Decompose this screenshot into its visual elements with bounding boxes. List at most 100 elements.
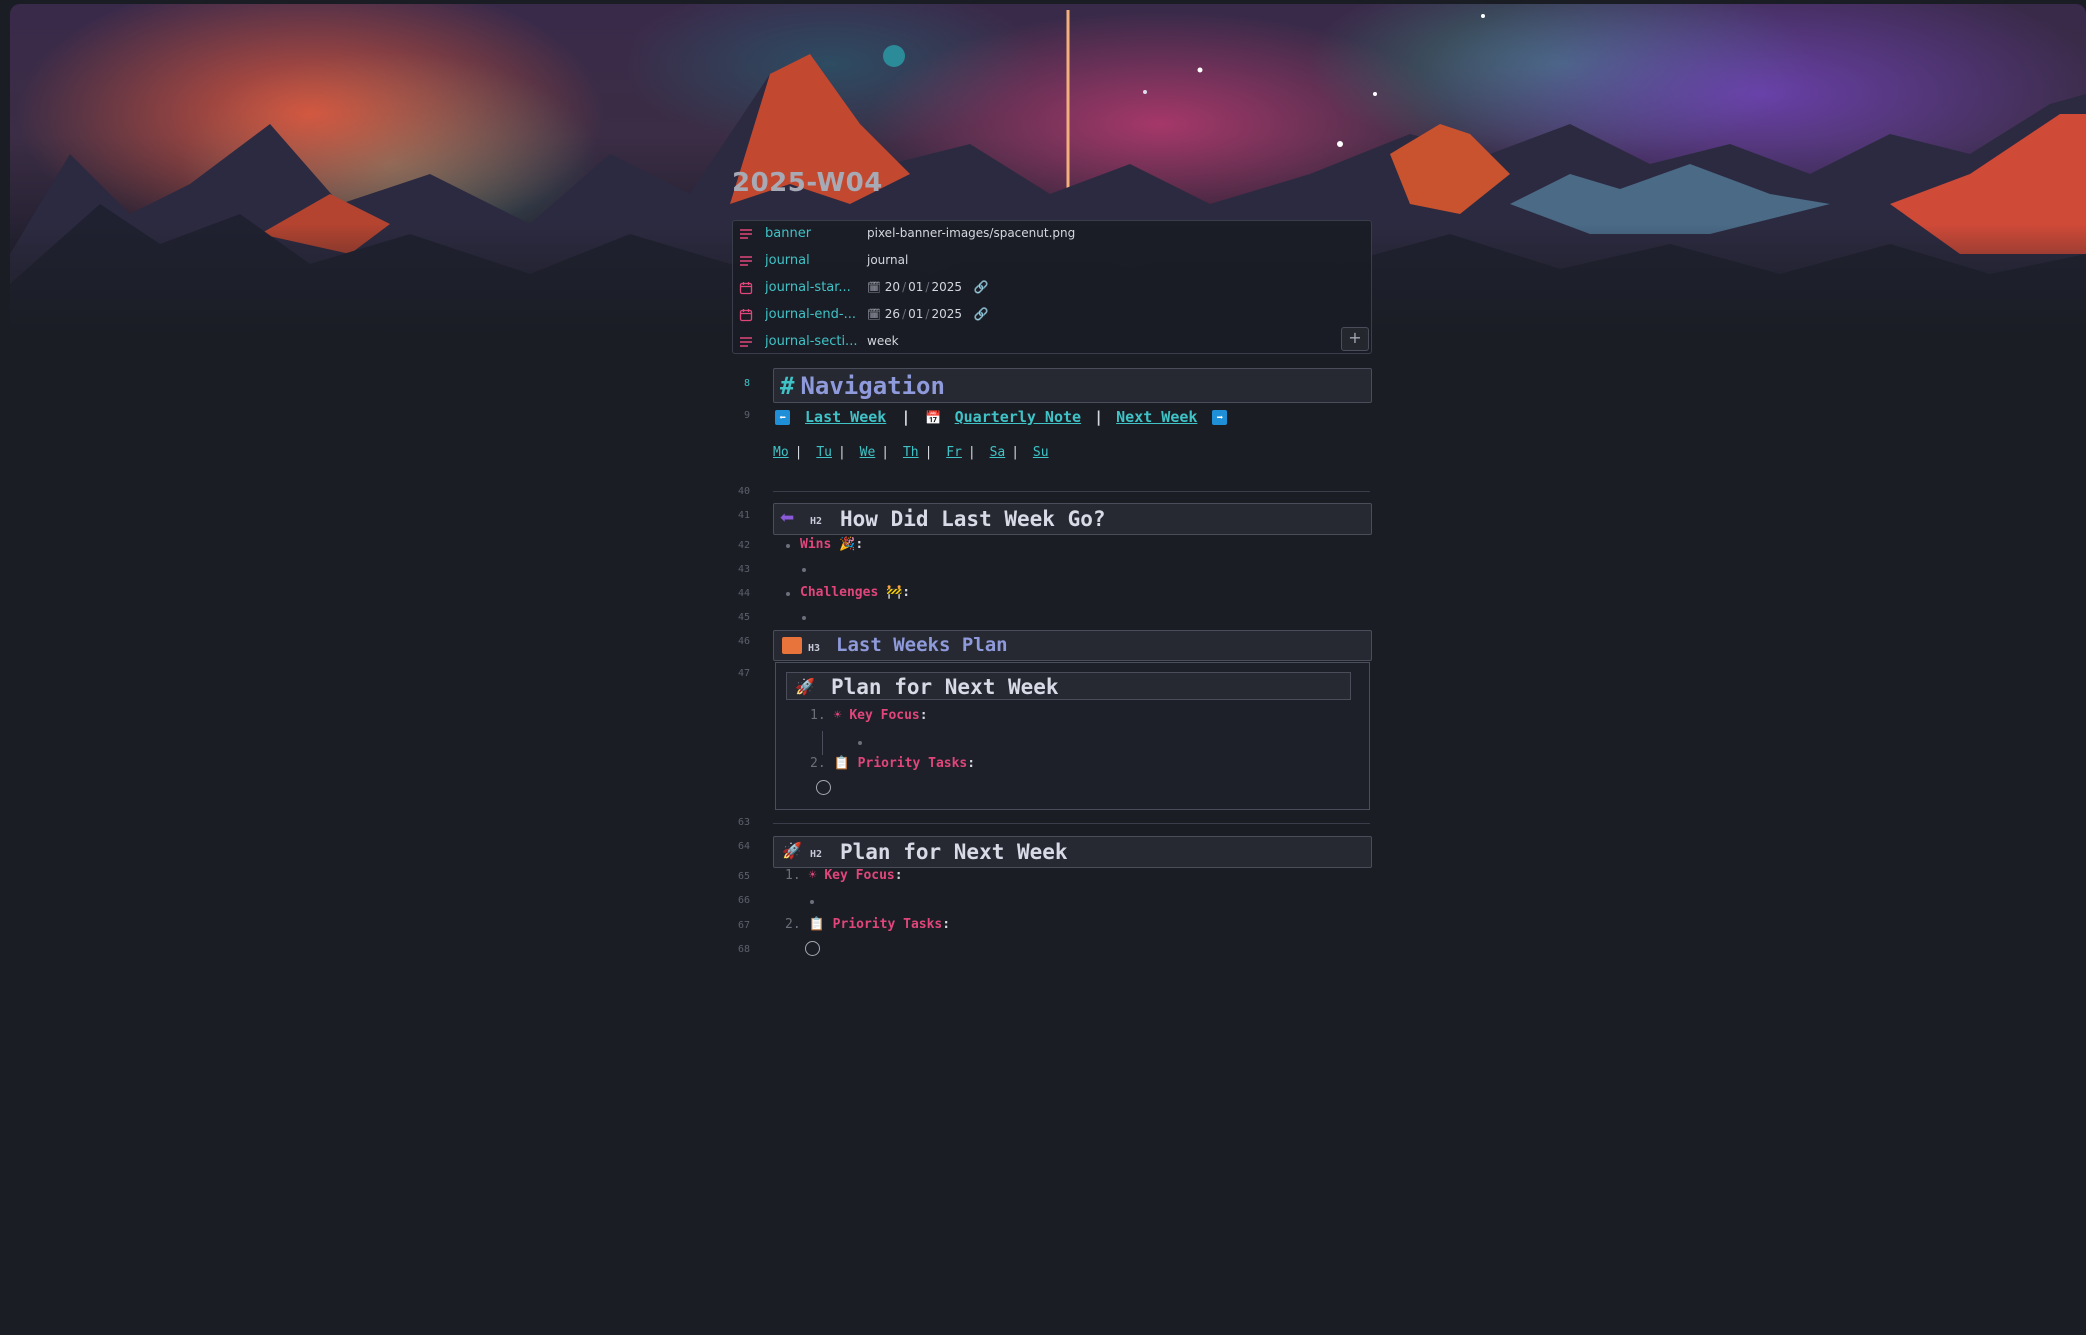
line-number: 44 xyxy=(737,588,750,599)
property-value[interactable]: week xyxy=(867,334,899,348)
heading-text: Last Weeks Plan xyxy=(836,634,1008,656)
property-row-journal[interactable]: journal journal xyxy=(733,248,1371,274)
line-number: 64 xyxy=(737,841,750,852)
date-value[interactable]: 🗓 20/01/2025 🔗 xyxy=(867,280,989,294)
heading-navigation[interactable]: # Navigation xyxy=(773,368,1372,403)
calendar-icon xyxy=(739,282,753,295)
heading-text: Plan for Next Week xyxy=(840,840,1068,864)
text-lines-icon xyxy=(740,337,752,347)
heading-review[interactable]: ⬅ H2 How Did Last Week Go? xyxy=(773,503,1372,535)
property-key[interactable]: journal-star... xyxy=(765,280,860,295)
property-key[interactable]: journal-secti... xyxy=(765,334,860,349)
day-link-sa[interactable]: Sa xyxy=(990,445,1006,460)
add-property-button[interactable]: + xyxy=(1341,327,1369,351)
heading-last-weeks-plan[interactable]: H3 Last Weeks Plan xyxy=(773,630,1372,661)
day-link-su[interactable]: Su xyxy=(1033,445,1049,460)
calendar-icon xyxy=(739,309,753,322)
line-number: 8 xyxy=(743,378,750,389)
line-number: 40 xyxy=(737,486,750,497)
line-number: 65 xyxy=(737,871,750,882)
list-item-priority-tasks[interactable]: 2. 📋 Priority Tasks: xyxy=(810,756,975,771)
list-item-wins[interactable]: Wins 🎉: xyxy=(800,537,863,552)
construction-icon: 🚧 xyxy=(886,585,903,600)
date-picker-icon[interactable]: 🗓 xyxy=(867,281,881,294)
task-checkbox[interactable] xyxy=(816,780,831,795)
heading-level-tag: H3 xyxy=(808,643,821,654)
horizontal-rule xyxy=(773,823,1370,824)
list-item-challenges[interactable]: Challenges 🚧: xyxy=(800,585,910,600)
day-link-mo[interactable]: Mo xyxy=(773,445,789,460)
day-link-th[interactable]: Th xyxy=(903,445,919,460)
line-number: 45 xyxy=(737,612,750,623)
line-number: 47 xyxy=(737,668,750,679)
week-navigation: ⬅ Last Week | 📅 Quarterly Note | Next We… xyxy=(775,408,1228,426)
horizontal-rule xyxy=(773,491,1370,492)
line-number: 68 xyxy=(737,944,750,955)
heading-plan-next-week[interactable]: 🚀 H2 Plan for Next Week xyxy=(773,836,1372,868)
list-item-priority-tasks[interactable]: 2. 📋 Priority Tasks: xyxy=(785,917,950,932)
heading-hash-marker: # xyxy=(780,372,795,400)
property-row-journal-end[interactable]: journal-end-... 🗓 26/01/2025 🔗 xyxy=(733,302,1371,328)
rocket-icon: 🚀 xyxy=(782,841,802,860)
sun-icon: ☀ xyxy=(808,868,817,883)
next-week-link[interactable]: Next Week xyxy=(1116,408,1197,426)
bullet-icon xyxy=(786,544,790,548)
property-value[interactable]: pixel-banner-images/spacenut.png xyxy=(867,226,1075,240)
link-icon[interactable]: 🔗 xyxy=(974,280,989,294)
line-number: 67 xyxy=(737,920,750,931)
heading-level-tag: H2 xyxy=(810,849,823,860)
property-row-journal-section[interactable]: journal-secti... week xyxy=(733,329,1371,355)
separator: | xyxy=(1094,408,1104,426)
bullet-icon xyxy=(802,568,806,572)
heading-level-tag: H2 xyxy=(810,516,823,527)
text-lines-icon xyxy=(740,229,752,239)
text-lines-icon xyxy=(740,256,752,266)
separator: | xyxy=(901,408,911,426)
party-popper-icon: 🎉 xyxy=(839,537,856,552)
clipboard-icon: 📋 xyxy=(833,756,850,771)
arrow-left-icon: ⬅ xyxy=(775,410,790,425)
day-link-we[interactable]: We xyxy=(860,445,876,460)
note-title[interactable]: 2025-W04 xyxy=(732,168,883,198)
properties-panel: banner pixel-banner-images/spacenut.png … xyxy=(732,220,1372,354)
list-item-key-focus[interactable]: 1. ☀ Key Focus: xyxy=(785,868,903,883)
line-number: 42 xyxy=(737,540,750,551)
calendar-icon: 📅 xyxy=(925,411,942,426)
property-value[interactable]: journal xyxy=(867,253,908,267)
rocket-icon: 🚀 xyxy=(795,677,815,696)
embedded-heading: 🚀 Plan for Next Week xyxy=(786,672,1351,700)
embedded-note[interactable]: 🚀 Plan for Next Week 1. ☀ Key Focus: 2. 📋 … xyxy=(775,662,1370,810)
day-link-fr[interactable]: Fr xyxy=(946,445,962,460)
day-links: Mo | Tu | We | Th | Fr | Sa | Su xyxy=(773,445,1049,460)
line-number: 9 xyxy=(743,410,750,421)
list-item-key-focus[interactable]: 1. ☀ Key Focus: xyxy=(810,708,928,723)
date-picker-icon[interactable]: 🗓 xyxy=(867,308,881,321)
clipboard-icon: 📋 xyxy=(808,917,825,932)
property-row-banner[interactable]: banner pixel-banner-images/spacenut.png xyxy=(733,221,1371,247)
day-link-tu[interactable]: Tu xyxy=(816,445,832,460)
date-value[interactable]: 🗓 26/01/2025 🔗 xyxy=(867,307,989,321)
back-arrow-icon: ⬅ xyxy=(780,508,795,528)
line-number: 66 xyxy=(737,895,750,906)
task-checkbox[interactable] xyxy=(805,941,820,956)
property-key[interactable]: banner xyxy=(765,226,860,241)
link-icon[interactable]: 🔗 xyxy=(974,307,989,321)
bullet-icon xyxy=(810,900,814,904)
line-number: 63 xyxy=(737,817,750,828)
brick-icon xyxy=(782,637,802,654)
property-row-journal-start[interactable]: journal-star... 🗓 20/01/2025 🔗 xyxy=(733,275,1371,301)
heading-text: How Did Last Week Go? xyxy=(840,507,1106,531)
bullet-icon xyxy=(786,592,790,596)
line-number: 43 xyxy=(737,564,750,575)
heading-text: Plan for Next Week xyxy=(831,675,1059,699)
line-number: 46 xyxy=(737,636,750,647)
property-key[interactable]: journal xyxy=(765,253,860,268)
arrow-right-icon: ➡ xyxy=(1212,410,1228,425)
sun-icon: ☀ xyxy=(833,708,842,723)
bullet-icon xyxy=(858,741,862,745)
property-key[interactable]: journal-end-... xyxy=(765,307,860,322)
indent-guide xyxy=(822,731,823,755)
quarterly-note-link[interactable]: Quarterly Note xyxy=(955,408,1081,426)
line-number: 41 xyxy=(737,510,750,521)
last-week-link[interactable]: Last Week xyxy=(805,408,886,426)
